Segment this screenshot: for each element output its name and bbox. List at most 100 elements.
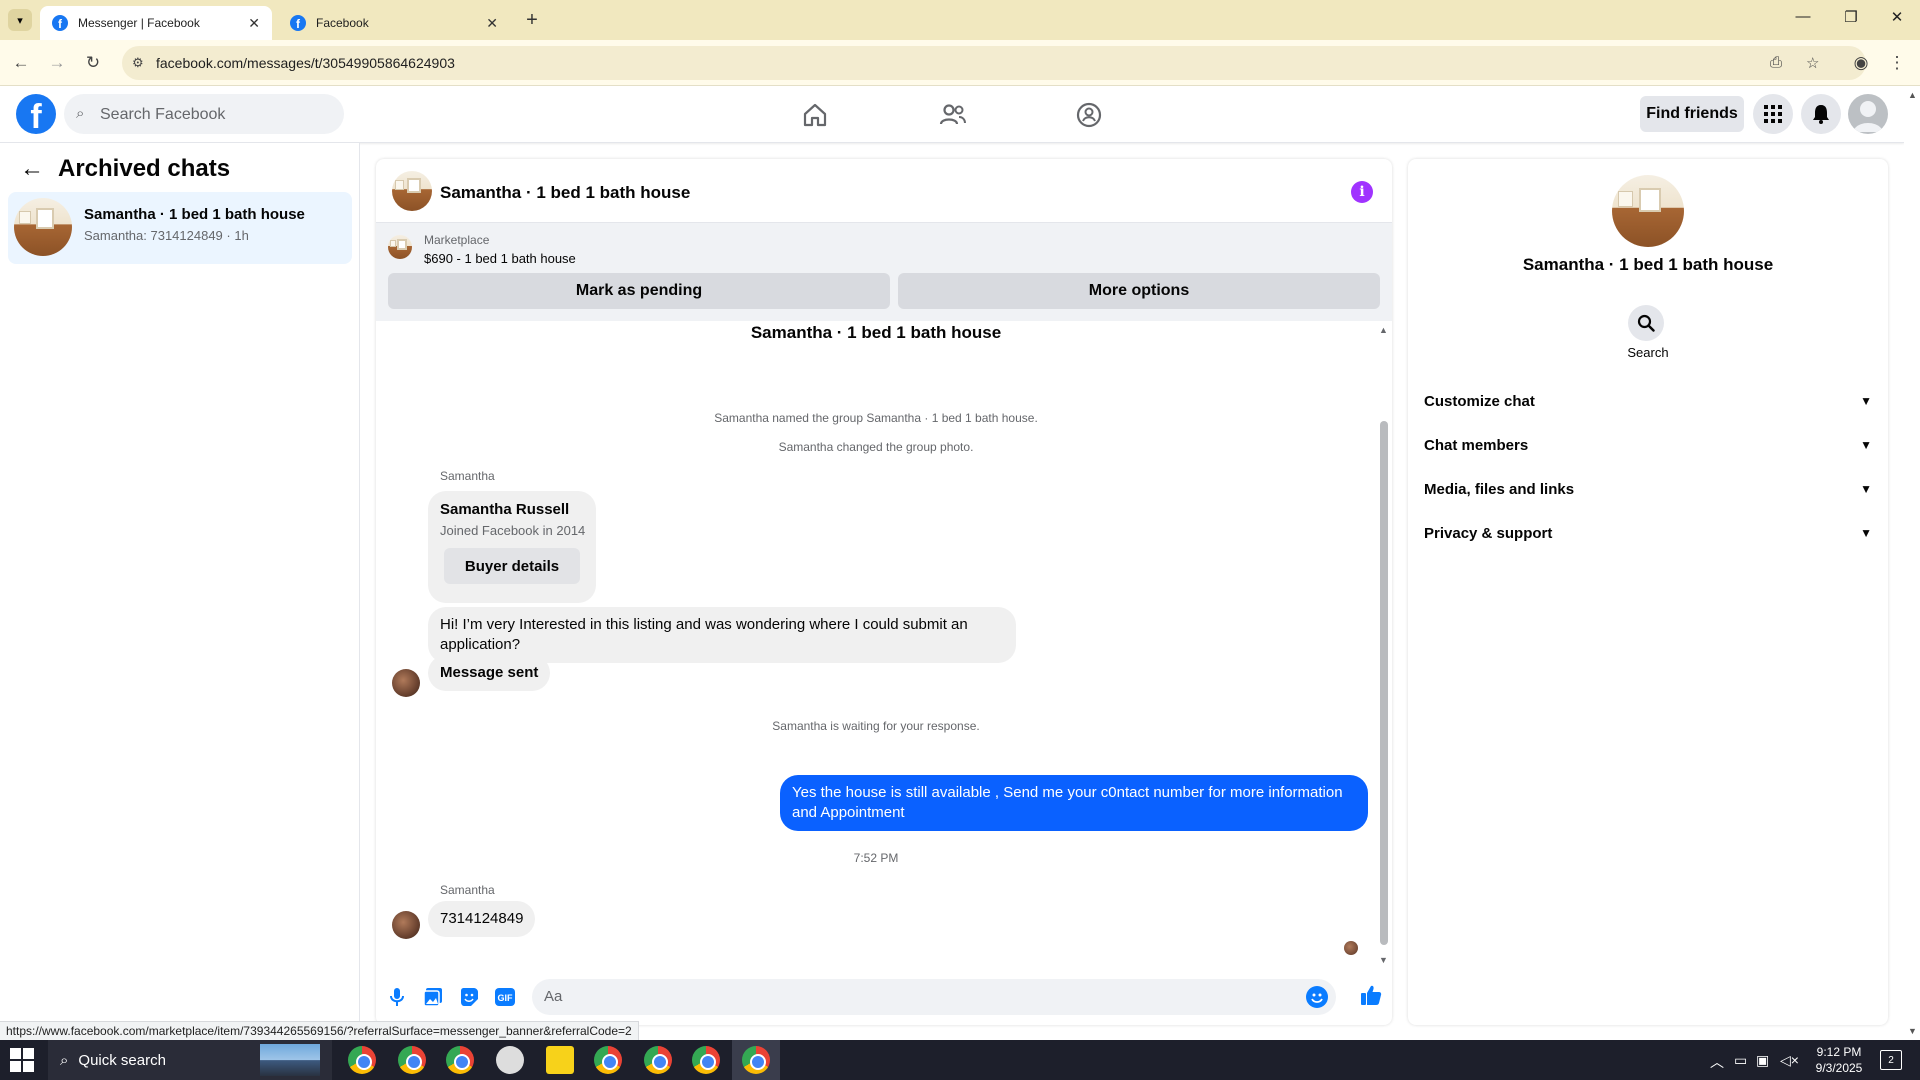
message-scrollbar[interactable]: ▲ ▼	[1378, 321, 1390, 971]
sticker-icon[interactable]	[458, 986, 480, 1008]
outgoing-message[interactable]: Yes the house is still available , Send …	[780, 775, 1368, 831]
search-label: Search	[1627, 345, 1669, 360]
browser-tab-facebook[interactable]: f Facebook ✕	[278, 6, 510, 40]
search-in-conversation-button[interactable]	[1628, 305, 1664, 341]
close-tab-icon[interactable]: ✕	[486, 15, 498, 32]
windows-start-icon[interactable]	[10, 1048, 34, 1072]
buyer-details-button[interactable]: Buyer details	[444, 548, 580, 584]
sender-avatar[interactable]	[392, 911, 420, 939]
chrome-app-icon[interactable]	[594, 1046, 622, 1074]
notification-center-icon[interactable]: 2	[1880, 1050, 1902, 1070]
group-photo[interactable]	[1612, 175, 1684, 247]
tab-search-chevron-icon[interactable]: ▾	[8, 9, 32, 31]
gif-icon[interactable]: GIF	[494, 986, 516, 1008]
scrollbar-thumb[interactable]	[1380, 421, 1388, 945]
row-label: Customize chat	[1424, 392, 1535, 410]
reload-button[interactable]: ↻	[82, 52, 104, 74]
network-icon[interactable]: ▣	[1756, 1052, 1769, 1069]
profile-icon[interactable]: ◉	[1850, 52, 1872, 74]
sender-name: Samantha	[440, 469, 495, 483]
chevron-down-icon: ▼	[1860, 394, 1872, 408]
install-app-icon[interactable]: ⎙	[1770, 54, 1782, 71]
microphone-icon[interactable]	[386, 986, 408, 1008]
volume-muted-icon[interactable]: ◁×	[1780, 1052, 1799, 1069]
browser-menu-icon[interactable]: ⋮	[1886, 52, 1908, 74]
chat-members-row[interactable]: Chat members ▼	[1424, 425, 1872, 465]
scroll-down-arrow-icon[interactable]: ▼	[1908, 1026, 1917, 1036]
media-files-links-row[interactable]: Media, files and links ▼	[1424, 469, 1872, 509]
privacy-support-row[interactable]: Privacy & support ▼	[1424, 513, 1872, 553]
back-button[interactable]: ←	[10, 52, 32, 74]
info-icon[interactable]: i	[1351, 181, 1373, 203]
bookmark-star-icon[interactable]: ☆	[1806, 54, 1819, 72]
close-window-button[interactable]: ✕	[1882, 8, 1912, 26]
meet-now-icon[interactable]: ▭	[1734, 1052, 1747, 1069]
menu-grid-icon[interactable]	[1753, 94, 1793, 134]
clock-date: 9/3/2025	[1815, 1061, 1863, 1075]
emoji-icon[interactable]	[1306, 986, 1328, 1008]
conversation-title[interactable]: Samantha · 1 bed 1 bath house	[440, 183, 690, 203]
system-clock[interactable]: 9:12 PM 9/3/2025	[1800, 1044, 1878, 1076]
address-bar[interactable]: ⚙ facebook.com/messages/t/30549905864624…	[122, 46, 1866, 80]
facebook-logo-icon[interactable]: f	[16, 94, 56, 134]
facebook-favicon-icon: f	[290, 15, 306, 31]
search-highlight-image	[260, 1044, 320, 1076]
sticky-notes-icon[interactable]	[546, 1046, 574, 1074]
friends-icon[interactable]	[938, 100, 968, 130]
marketplace-banner[interactable]: Marketplace $690 - 1 bed 1 bath house Ma…	[376, 223, 1392, 321]
site-info-icon[interactable]: ⚙	[132, 55, 144, 71]
home-icon[interactable]	[800, 100, 830, 130]
conversation-header: Samantha · 1 bed 1 bath house i	[376, 159, 1392, 223]
browser-tab-messenger[interactable]: f Messenger | Facebook ✕	[40, 6, 272, 40]
chrome-app-icon[interactable]	[398, 1046, 426, 1074]
chat-list-item[interactable]: Samantha · 1 bed 1 bath house Samantha: …	[8, 192, 352, 264]
sender-avatar[interactable]	[392, 669, 420, 697]
account-avatar[interactable]	[1848, 94, 1888, 134]
close-tab-icon[interactable]: ✕	[248, 15, 260, 32]
chat-name: Samantha · 1 bed 1 bath house	[84, 206, 305, 223]
incoming-message[interactable]: Message sent	[428, 655, 551, 691]
sidebar-title: Archived chats	[58, 155, 231, 182]
clock-time: 9:12 PM	[1816, 1045, 1862, 1059]
like-thumbs-up-icon[interactable]	[1360, 984, 1382, 1006]
facebook-header: f ⌕ Search Facebook Find friends	[0, 86, 1904, 143]
more-options-button[interactable]: More options	[898, 273, 1380, 309]
message-input[interactable]: Aa	[532, 979, 1336, 1015]
find-friends-button[interactable]: Find friends	[1640, 96, 1744, 132]
page-scrollbar[interactable]: ▲ ▼	[1904, 86, 1920, 1042]
photo-icon[interactable]	[422, 986, 444, 1008]
tray-overflow-icon[interactable]: ︿	[1710, 1052, 1724, 1072]
restore-window-button[interactable]: ❐	[1836, 8, 1866, 26]
message-list: Samantha · 1 bed 1 bath house Samantha n…	[376, 321, 1392, 971]
facebook-search-input[interactable]: ⌕ Search Facebook	[64, 94, 344, 134]
customize-chat-row[interactable]: Customize chat ▼	[1424, 381, 1872, 421]
groups-icon[interactable]	[1074, 100, 1104, 130]
listing-thumbnail	[388, 235, 412, 259]
notifications-bell-icon[interactable]	[1801, 94, 1841, 134]
new-tab-button[interactable]: +	[520, 8, 544, 32]
system-message: Samantha named the group Samantha · 1 be…	[714, 411, 1038, 425]
app-icon[interactable]	[496, 1046, 524, 1074]
url-text[interactable]: facebook.com/messages/t/3054990586462490…	[156, 55, 455, 71]
windows-taskbar: ⌕ Quick search ︿ ▭ ▣ ◁× 9:12 PM 9/3/2025…	[0, 1040, 1920, 1080]
marketplace-label: Marketplace	[424, 233, 490, 247]
scroll-up-arrow-icon[interactable]: ▲	[1379, 325, 1388, 335]
chrome-app-icon[interactable]	[742, 1046, 770, 1074]
minimize-window-button[interactable]: —	[1788, 8, 1818, 25]
chrome-app-icon[interactable]	[446, 1046, 474, 1074]
forward-button[interactable]: →	[46, 52, 68, 74]
conversation-avatar[interactable]	[392, 171, 432, 211]
chrome-app-icon[interactable]	[348, 1046, 376, 1074]
waiting-notice: Samantha is waiting for your response.	[772, 719, 980, 733]
scroll-up-arrow-icon[interactable]: ▲	[1908, 90, 1917, 100]
scroll-down-arrow-icon[interactable]: ▼	[1379, 955, 1388, 965]
incoming-message[interactable]: 7314124849	[428, 901, 536, 937]
back-arrow-icon[interactable]: ←	[20, 155, 44, 183]
mark-as-pending-button[interactable]: Mark as pending	[388, 273, 890, 309]
message-timestamp: 7:52 PM	[853, 851, 899, 865]
chrome-app-icon[interactable]	[692, 1046, 720, 1074]
info-chat-name: Samantha · 1 bed 1 bath house	[1522, 255, 1774, 274]
chevron-down-icon: ▼	[1860, 526, 1872, 540]
chrome-app-icon[interactable]	[644, 1046, 672, 1074]
taskbar-search[interactable]: ⌕ Quick search	[48, 1040, 332, 1080]
